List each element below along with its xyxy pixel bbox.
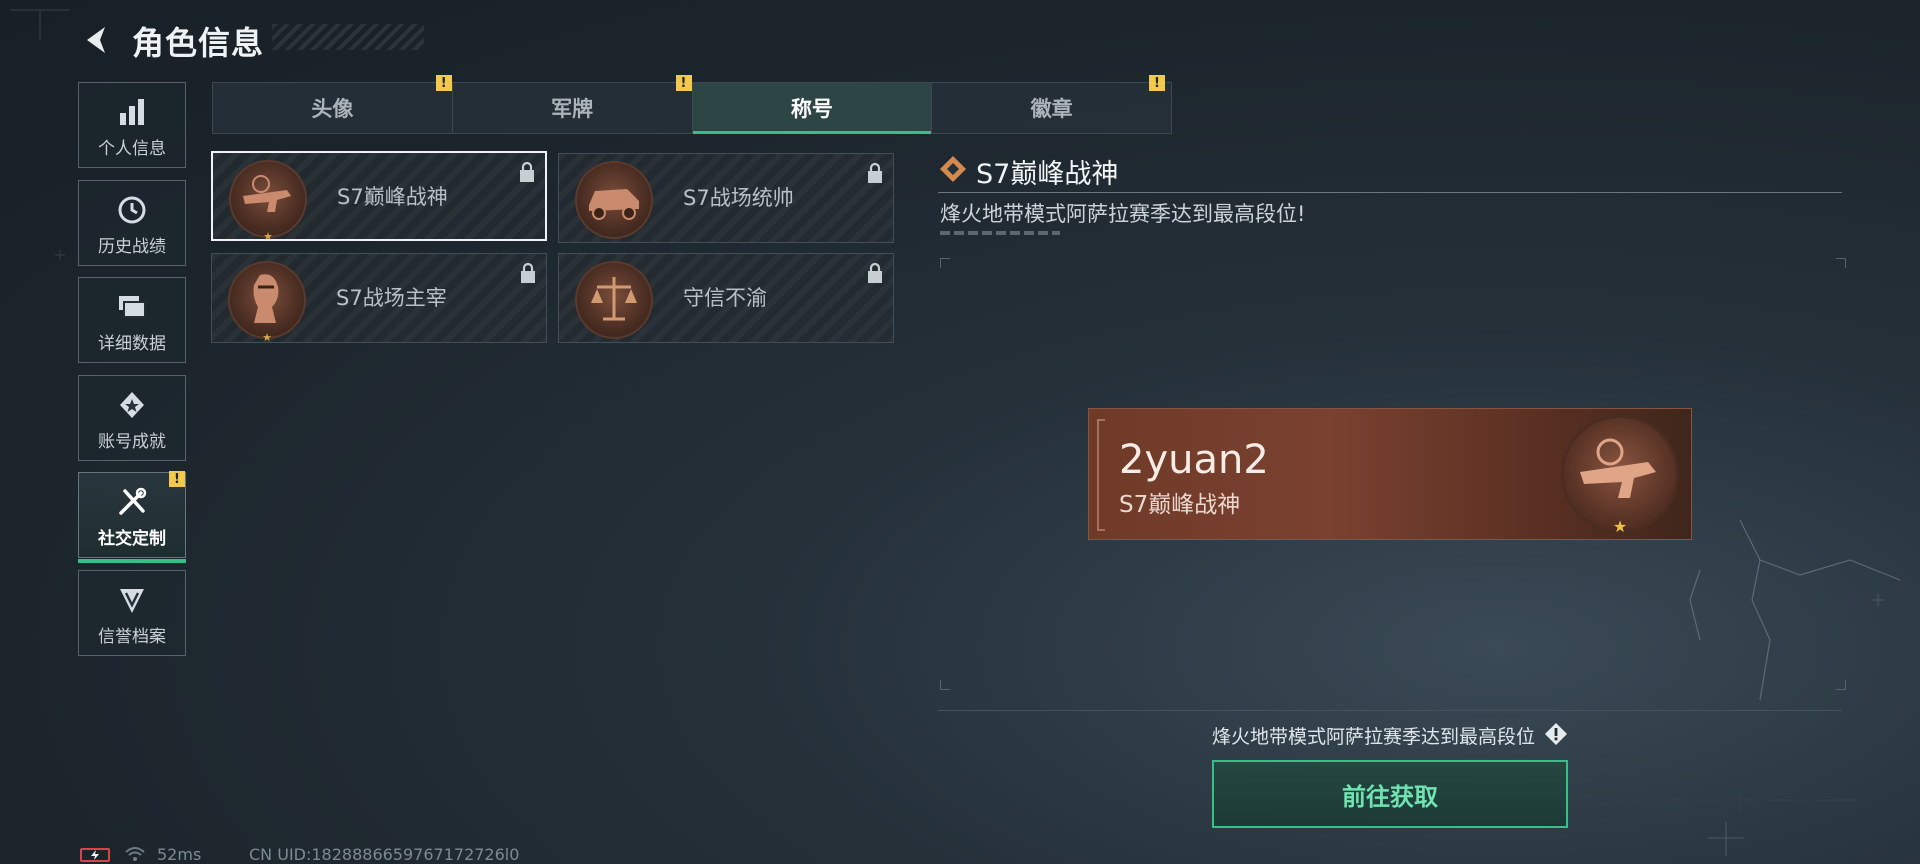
- sidebar-item-achievements[interactable]: 账号成就: [78, 375, 186, 461]
- tab-label: 头像: [311, 97, 354, 121]
- detail-title: S7巅峰战神: [976, 159, 1119, 190]
- star-icon: ★: [262, 331, 272, 344]
- bar-chart-icon: [116, 96, 148, 128]
- title-diamond-icon: [940, 156, 966, 182]
- ping-value: 52ms: [157, 845, 202, 864]
- star-icon: ★: [1612, 517, 1628, 536]
- title-card-name: S7战场主宰: [336, 286, 447, 310]
- go-obtain-button[interactable]: 前往获取: [1212, 760, 1568, 828]
- tab-alert-badge: !: [675, 75, 692, 91]
- sidebar-item-history[interactable]: 历史战绩: [78, 180, 186, 266]
- tab-label: 称号: [790, 97, 833, 121]
- title-preview-banner: 2yuan2 S7巅峰战神 ★: [1088, 408, 1692, 540]
- wifi-icon: [125, 847, 145, 861]
- tab-bar: 头像 ! 军牌 ! 称号 徽章 !: [212, 75, 1172, 134]
- sidebar-item-label: 社交定制: [98, 529, 166, 549]
- sidebar-alert-badge: !: [169, 471, 185, 487]
- tab-badge[interactable]: 徽章 !: [932, 75, 1171, 133]
- frame-corner: [940, 680, 950, 690]
- sidebar-item-label: 历史战绩: [98, 237, 166, 257]
- detail-description: 烽火地带模式阿萨拉赛季达到最高段位!: [940, 202, 1306, 226]
- banner-bracket: [1097, 419, 1105, 531]
- tools-icon: [116, 486, 148, 518]
- tab-alert-badge: !: [1149, 75, 1165, 91]
- frame-corner: [940, 258, 950, 268]
- page-title: 角色信息: [132, 24, 265, 62]
- player-name: 2yuan2: [1119, 437, 1269, 483]
- title-card-s7-battlefield-commander[interactable]: S7战场统帅: [558, 153, 894, 243]
- star-icon: ★: [263, 230, 273, 243]
- sidebar-item-label: 账号成就: [98, 432, 166, 452]
- title-card-name: 守信不渝: [683, 286, 767, 310]
- lock-icon: [868, 262, 882, 283]
- sidebar-item-label: 信誉档案: [98, 627, 166, 647]
- tab-alert-badge: !: [435, 75, 452, 91]
- sidebar-item-detailed-data[interactable]: 详细数据: [78, 277, 186, 363]
- vehicle-emblem-icon: [575, 161, 653, 239]
- tab-label: 徽章: [1030, 97, 1073, 121]
- sidebar-item-label: 个人信息: [98, 139, 166, 159]
- credit-shield-icon: [116, 584, 148, 616]
- title-card-keep-faith[interactable]: 守信不渝: [558, 253, 894, 343]
- alert-info-icon[interactable]: [1544, 722, 1568, 746]
- tab-label: 军牌: [551, 97, 594, 121]
- lock-icon: [520, 161, 534, 182]
- lock-icon: [521, 262, 535, 283]
- back-button[interactable]: [76, 20, 116, 60]
- history-clock-icon: [116, 194, 148, 226]
- rifle-emblem-icon: ★: [1561, 415, 1679, 536]
- soldier-emblem-icon: ★: [228, 261, 306, 344]
- title-card-name: S7巅峰战神: [337, 185, 448, 209]
- divider: [938, 710, 1842, 711]
- lock-icon: [868, 162, 882, 183]
- frame-corner: [1836, 258, 1846, 268]
- scales-emblem-icon: [575, 261, 653, 339]
- unlock-condition: 烽火地带模式阿萨拉赛季达到最高段位: [1212, 726, 1536, 748]
- folders-icon: [116, 291, 148, 323]
- sidebar-item-label: 详细数据: [98, 334, 166, 354]
- battery-charging-icon: [80, 848, 110, 862]
- title-card-name: S7战场统帅: [683, 186, 794, 210]
- achievement-badge-icon: [116, 389, 148, 421]
- sidebar-item-credit-profile[interactable]: 信誉档案: [78, 570, 186, 656]
- preview-title: S7巅峰战神: [1119, 492, 1241, 518]
- title-card-s7-peak-war-god[interactable]: ★ S7巅峰战神: [211, 151, 547, 243]
- tab-dog-tag[interactable]: 军牌 !: [453, 75, 693, 133]
- title-decoration: [272, 24, 424, 50]
- divider: [940, 231, 1060, 235]
- frame-corner: [1836, 680, 1846, 690]
- tab-title[interactable]: 称号: [692, 83, 933, 134]
- back-arrow-icon: [87, 27, 105, 53]
- title-card-s7-battlefield-master[interactable]: ★ S7战场主宰: [211, 253, 547, 344]
- tab-avatar[interactable]: 头像 !: [213, 75, 453, 133]
- divider: [938, 192, 1842, 193]
- rifle-emblem-icon: ★: [229, 160, 307, 243]
- player-uid: CN UID:1828886659767172726l0: [249, 845, 520, 864]
- sidebar-item-personal-info[interactable]: 个人信息: [78, 82, 186, 168]
